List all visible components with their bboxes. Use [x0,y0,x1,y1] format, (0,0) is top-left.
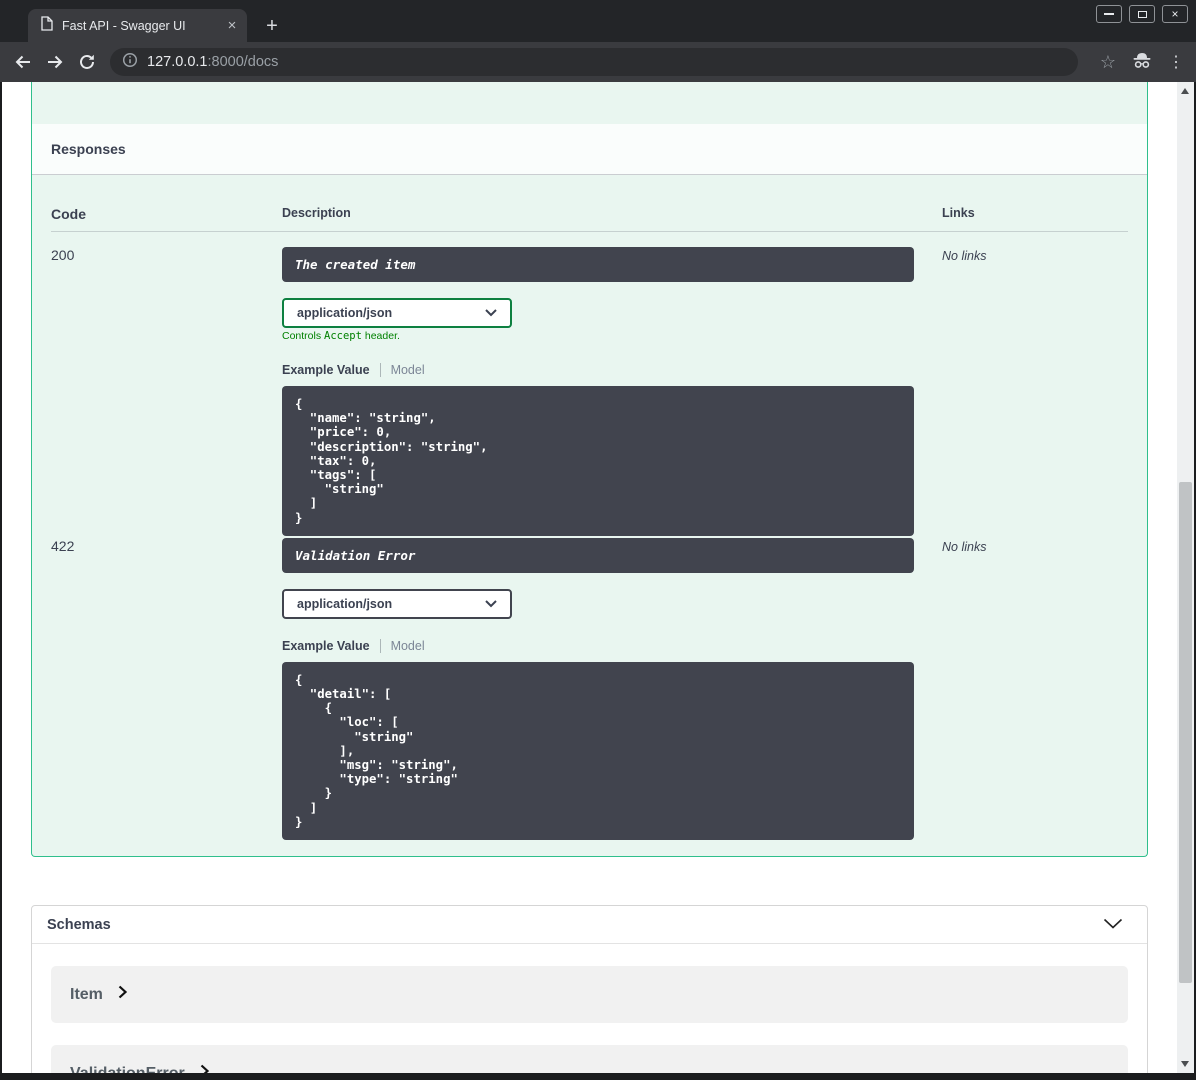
response-code: 422 [51,537,75,554]
media-type-value: application/json [297,306,393,320]
model-name: ValidationError [70,1064,185,1074]
schemas-title: Schemas [47,916,111,933]
chevron-right-icon [118,985,128,1004]
accept-header-note: Controls Accept header. [282,330,400,342]
schemas-section: Schemas Item ValidationError [31,905,1148,1073]
scroll-down-arrow-icon[interactable] [1181,1061,1189,1067]
page-favicon-icon [40,15,53,36]
schemas-body: Item ValidationError [32,944,1147,1073]
media-type-select[interactable]: application/json [282,588,512,619]
back-button[interactable] [9,48,37,76]
responses-section-header: Responses [32,124,1147,175]
minimize-icon [1104,13,1114,15]
swagger-content: Responses Code Description Links 200 The… [2,82,1177,1073]
maximize-button[interactable] [1129,5,1155,23]
links-value: No links [942,249,987,263]
schema-model-validationerror[interactable]: ValidationError [51,1045,1128,1073]
bookmark-star-icon[interactable]: ☆ [1100,52,1116,73]
tab-model[interactable]: Model [381,639,425,653]
new-tab-button[interactable]: + [259,13,285,39]
media-type-value: application/json [297,596,393,611]
browser-tab[interactable]: Fast API - Swagger UI × [28,9,247,42]
url-text: 127.0.0.1:8000/docs [147,54,279,70]
chevron-down-icon [485,306,497,320]
tab-bar: Fast API - Swagger UI × + × [0,0,1196,42]
scroll-up-arrow-icon[interactable] [1181,88,1189,94]
media-type-select[interactable]: application/json [282,298,512,328]
responses-title: Responses [51,141,126,157]
url-bar[interactable]: 127.0.0.1:8000/docs [110,48,1078,76]
minimize-button[interactable] [1096,5,1122,23]
response-description-box: Validation Error [282,537,914,573]
col-header-links: Links [942,206,975,220]
responses-table-head: Code Description Links [51,175,1128,232]
forward-button[interactable] [41,48,69,76]
example-json-422: { "detail": [ { "loc": [ "string" ], "ms… [282,661,914,841]
browser-toolbar: 127.0.0.1:8000/docs ☆ ⋮ [0,42,1196,82]
tab-example-value[interactable]: Example Value [282,363,381,377]
page-viewport: Responses Code Description Links 200 The… [2,82,1194,1073]
chevron-down-icon[interactable] [1103,916,1123,934]
col-header-description: Description [282,206,351,220]
site-info-icon[interactable] [122,52,138,73]
example-model-tabs: Example Value Model [282,638,942,654]
response-description-box: The created item [282,247,914,282]
close-window-button[interactable]: × [1162,5,1188,23]
opblock-post-responses: Responses Code Description Links 200 The… [31,82,1148,857]
response-row-422: 422 Validation Error application/json Ex… [51,536,1128,841]
tab-model[interactable]: Model [381,363,425,377]
incognito-icon [1131,50,1153,75]
browser-menu-icon[interactable]: ⋮ [1168,52,1184,72]
scrollbar-thumb[interactable] [1179,482,1192,983]
tab-close-icon[interactable]: × [223,17,241,35]
maximize-icon [1137,10,1147,18]
example-model-tabs: Example Value Model [282,362,942,378]
reload-button[interactable] [73,48,101,76]
schema-model-item[interactable]: Item [51,966,1128,1023]
model-name: Item [70,985,103,1003]
example-json-200: { "name": "string", "price": 0, "descrip… [282,386,914,536]
links-value: No links [942,539,987,554]
col-header-code: Code [51,206,86,222]
tab-example-value[interactable]: Example Value [282,638,381,653]
chevron-right-icon [200,1064,209,1073]
response-code: 200 [51,247,75,263]
tab-title: Fast API - Swagger UI [62,18,186,33]
chevron-down-icon [485,597,497,611]
vertical-scrollbar[interactable] [1177,82,1194,1073]
response-row-200: 200 The created item application/json Co… [51,232,1128,536]
responses-table: Code Description Links 200 The created i… [32,175,1147,841]
window-controls: × [1096,5,1188,23]
schemas-header[interactable]: Schemas [32,906,1147,944]
opblock-spacer [32,82,1147,124]
